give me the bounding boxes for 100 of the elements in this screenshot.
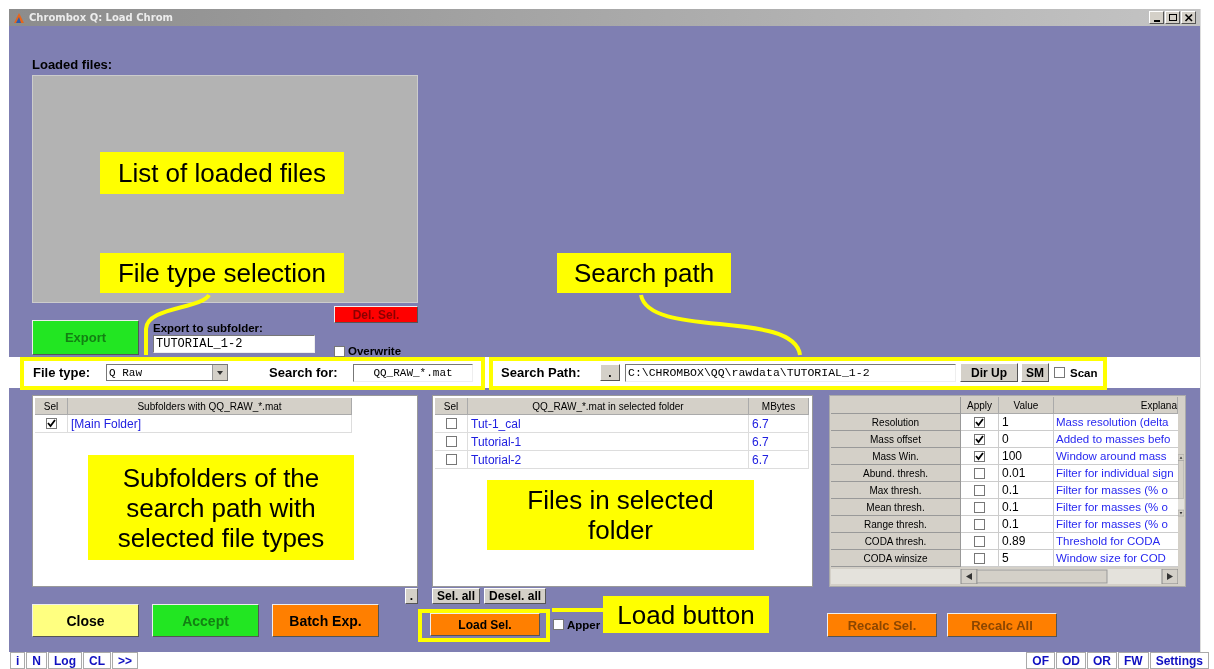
footer-button[interactable]: Settings [1149, 652, 1209, 669]
table-cell[interactable]: 0.89 [999, 533, 1054, 550]
checkbox[interactable] [974, 518, 985, 530]
checkbox[interactable] [974, 501, 985, 513]
checkbox[interactable] [974, 433, 985, 445]
select-button[interactable]: Sel. all [432, 588, 481, 604]
table-cell: Window around mass [1054, 448, 1178, 465]
table-cell: Filter for individual sign [1054, 465, 1178, 482]
table-cell: Filter for masses (% o [1054, 482, 1178, 499]
table-cell[interactable]: 0.01 [999, 465, 1054, 482]
checkbox[interactable] [445, 454, 457, 465]
table-cell[interactable]: 1 [999, 414, 1054, 431]
table-cell[interactable]: 5 [999, 550, 1054, 567]
table-cell[interactable]: 0 [999, 431, 1054, 448]
checkbox[interactable] [974, 416, 985, 428]
checkbox[interactable] [974, 484, 985, 496]
table-cell[interactable]: 0.1 [999, 516, 1054, 533]
minimize-button[interactable] [1149, 11, 1164, 24]
table-cell[interactable]: [Main Folder] [68, 415, 352, 433]
export-subfolder-label: Export to subfolder: [153, 322, 264, 335]
append-label: Apper [567, 618, 601, 631]
file-type-label: File type: [33, 365, 92, 380]
search-for-label: Search for: [269, 365, 339, 380]
footer-button[interactable]: i [10, 652, 26, 669]
scan-label: Scan [1070, 366, 1098, 379]
table-cell[interactable]: Tutorial-2 [468, 451, 749, 469]
window-title: Chrombox Q: Load Chrom [29, 12, 173, 23]
button[interactable]: Batch Exp. [272, 604, 379, 637]
search-path-label: Search Path: [501, 365, 582, 380]
column-header: QQ_RAW_*.mat in selected folder [468, 398, 749, 415]
file-type-dropdown[interactable]: Q Raw [106, 364, 228, 381]
button[interactable]: Load Sel. [430, 613, 540, 636]
table-cell: Threshold for CODA [1054, 533, 1178, 550]
table-cell[interactable]: 0.1 [999, 482, 1054, 499]
dot-button[interactable]: . [405, 588, 418, 604]
table-cell: 6.7 [749, 415, 809, 433]
search-path-field[interactable]: C:\CHROMBOX\QQ\rawdata\TUTORIAL_1-2 [625, 363, 956, 382]
footer-button[interactable]: OR [1087, 652, 1117, 669]
row-header: Max thresh. [831, 482, 961, 499]
dot-button[interactable]: . [600, 364, 620, 381]
row-header: Range thresh. [831, 516, 961, 533]
row-header: Abund. thresh. [831, 465, 961, 482]
table-cell: Mass resolution (delta [1054, 414, 1178, 431]
row-header: Resolution [831, 414, 961, 431]
footer-button[interactable]: FW [1118, 652, 1149, 669]
table-cell[interactable]: Tut-1_cal [468, 415, 749, 433]
footer-button[interactable]: Log [48, 652, 82, 669]
checkbox[interactable] [553, 619, 564, 630]
footer-button[interactable]: OF [1026, 652, 1055, 669]
dir-up-button[interactable]: Dir Up [960, 363, 1018, 382]
select-button[interactable]: Desel. all [484, 588, 547, 604]
checkbox[interactable] [974, 450, 985, 462]
table-cell: 6.7 [749, 451, 809, 469]
column-header: Apply [961, 397, 999, 414]
footer-button[interactable]: OD [1056, 652, 1086, 669]
loaded-files-label: Loaded files: [32, 57, 113, 74]
subfolder-field[interactable]: TUTORIAL_1-2 [153, 335, 315, 353]
column-header: Value [999, 397, 1054, 414]
maximize-button[interactable] [1165, 11, 1180, 24]
column-header: Subfolders with QQ_RAW_*.mat [68, 398, 352, 415]
table-cell[interactable]: 0.1 [999, 499, 1054, 516]
callout-label: Subfolders of the search path with selected file types [88, 455, 354, 560]
checkbox[interactable] [45, 418, 57, 429]
table-cell: Added to masses befo [1054, 431, 1178, 448]
sm-button[interactable]: SM [1021, 363, 1049, 382]
footer-button[interactable]: >> [112, 652, 139, 669]
footer-button[interactable]: N [26, 652, 47, 669]
row-header: Mass Win. [831, 448, 961, 465]
overwrite-label: Overwrite [348, 345, 402, 357]
row-header: CODA thresh. [831, 533, 961, 550]
checkbox[interactable] [334, 345, 345, 357]
table-cell[interactable]: 100 [999, 448, 1054, 465]
checkbox[interactable] [1054, 367, 1065, 378]
checkbox[interactable] [974, 467, 985, 479]
search-for-field[interactable]: QQ_RAW_*.mat [353, 363, 473, 382]
column-header: MBytes [749, 398, 809, 415]
close-button[interactable] [1181, 11, 1196, 24]
column-header: Sel [435, 398, 468, 415]
row-header: Mean thresh. [831, 499, 961, 516]
column-header: Explana [1054, 397, 1178, 414]
checkbox[interactable] [974, 552, 985, 564]
button[interactable]: Close [32, 604, 139, 637]
callout-label: Load button [603, 596, 769, 633]
minimize-icon [1153, 19, 1160, 22]
callout-label: List of loaded files [100, 152, 344, 194]
callout-label: File type selection [100, 253, 344, 293]
checkbox[interactable] [445, 418, 457, 429]
leader-line [552, 608, 603, 612]
table-cell[interactable]: Tutorial-1 [468, 433, 749, 451]
callout-label: Search path [557, 253, 731, 293]
checkbox[interactable] [445, 436, 457, 447]
table-cell: Filter for masses (% o [1054, 499, 1178, 516]
callout-label: Files in selected folder [487, 480, 754, 550]
checkbox[interactable] [974, 535, 985, 547]
table-cell: Window size for COD [1054, 550, 1178, 567]
table-cell: Filter for masses (% o [1054, 516, 1178, 533]
close-icon [1183, 12, 1194, 23]
footer-button[interactable]: CL [83, 652, 111, 669]
maximize-icon [1167, 12, 1178, 23]
app-icon [13, 11, 25, 24]
